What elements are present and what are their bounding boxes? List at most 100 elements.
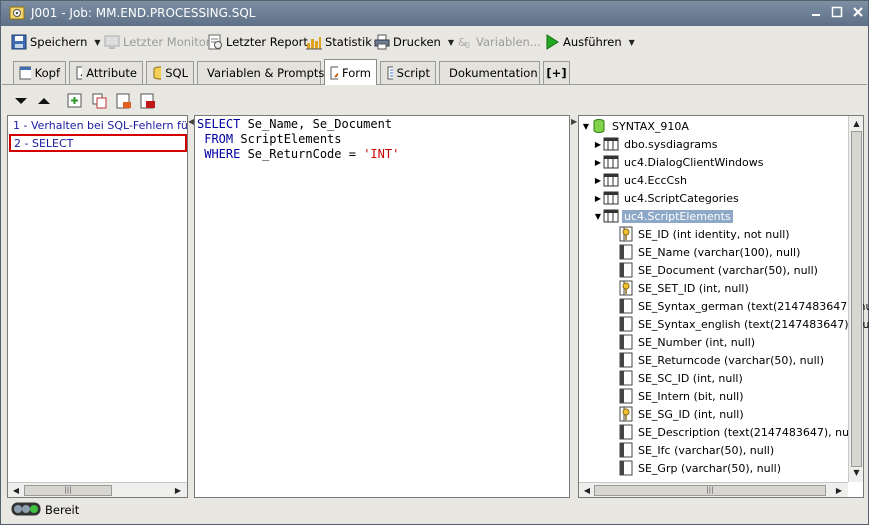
close-button[interactable] xyxy=(851,5,865,19)
tree-column[interactable]: SE_SG_ID (int, null) xyxy=(619,405,746,423)
database-icon xyxy=(593,119,605,133)
tree-column[interactable]: SE_Number (int, null) xyxy=(619,333,757,351)
tab-script[interactable]: Script xyxy=(380,61,436,84)
save-button[interactable]: Speichern ▼ xyxy=(11,32,101,52)
execute-button[interactable]: Ausführen ▼ xyxy=(544,32,635,52)
tree-column[interactable]: SE_Grp (varchar(50), null) xyxy=(619,459,783,477)
tree-column-label: SE_Grp (varchar(50), null) xyxy=(638,461,781,475)
tree-column[interactable]: SE_SC_ID (int, null) xyxy=(619,369,745,387)
variables-button[interactable]: & 0 Variablen... xyxy=(457,32,541,52)
delete-element-icon[interactable] xyxy=(139,92,157,110)
print-button[interactable]: Drucken ▼ xyxy=(374,32,454,52)
tab-sql[interactable]: SQL xyxy=(146,61,194,84)
last-report-button[interactable]: Letzter Report xyxy=(207,32,308,52)
edit-element-icon[interactable] xyxy=(115,92,133,110)
status-text: Bereit xyxy=(45,503,80,517)
sql-text: Se_Name, Se_Document xyxy=(240,117,393,131)
expand-icon[interactable]: ▶ xyxy=(593,158,603,167)
tree-table-selected[interactable]: ▼ uc4.ScriptElements xyxy=(593,207,733,225)
form-icon xyxy=(330,66,339,79)
scroll-right-icon[interactable]: ▶ xyxy=(172,485,184,496)
scroll-up-icon[interactable]: ▲ xyxy=(851,118,862,130)
tab-add[interactable]: [+] xyxy=(543,61,570,84)
database-tree: ▼ SYNTAX_910A ▶ dbo.sysdiagrams ▶ uc4.Di… xyxy=(578,115,869,498)
expand-icon[interactable]: ▶ xyxy=(593,194,603,203)
status-lights-icon xyxy=(11,502,41,519)
key-column-icon xyxy=(619,226,633,242)
tree-column[interactable]: SE_Description (text(2147483647), null) xyxy=(619,423,862,441)
horizontal-scrollbar[interactable]: ◀ ||| ▶ xyxy=(8,482,187,497)
tree-column[interactable]: SE_ID (int identity, not null) xyxy=(619,225,792,243)
window-title: J001 - Job: MM.END.PROCESSING.SQL xyxy=(31,6,256,20)
sql-keyword: WHERE xyxy=(197,147,241,161)
tree-column[interactable]: SE_Name (varchar(100), null) xyxy=(619,243,802,261)
scroll-down-icon[interactable]: ▼ xyxy=(851,467,862,479)
tab-attribute[interactable]: Attribute xyxy=(69,61,143,84)
sql-keyword: FROM xyxy=(197,132,234,146)
tab-label: Kopf xyxy=(34,66,60,80)
last-monitor-button[interactable]: Letzter Monitor xyxy=(104,32,211,52)
horizontal-scrollbar[interactable]: ◀ ||| ▶ xyxy=(579,482,848,497)
scroll-thumb[interactable]: ||| xyxy=(594,485,826,496)
save-icon xyxy=(11,34,27,50)
tree-column-label: SE_Document (varchar(50), null) xyxy=(638,263,818,277)
tree-column[interactable]: SE_Intern (bit, null) xyxy=(619,387,746,405)
maximize-button[interactable] xyxy=(830,5,844,19)
collapse-icon[interactable]: ▼ xyxy=(581,122,591,131)
list-item-selected[interactable]: 2 - SELECT xyxy=(9,134,187,152)
tree-table[interactable]: ▶ uc4.DialogClientWindows xyxy=(593,153,766,171)
script-icon xyxy=(387,66,393,80)
chevron-down-icon[interactable]: ▼ xyxy=(94,38,100,47)
tree-column[interactable]: SE_Document (varchar(50), null) xyxy=(619,261,820,279)
tree-table[interactable]: ▶ dbo.sysdiagrams xyxy=(593,135,719,153)
title-bar[interactable]: J001 - Job: MM.END.PROCESSING.SQL xyxy=(1,1,868,26)
chevron-down-icon[interactable]: ▼ xyxy=(448,38,454,47)
tree-column[interactable]: SE_SET_ID (int, null) xyxy=(619,279,751,297)
chevron-down-icon[interactable]: ▼ xyxy=(629,38,635,47)
vertical-scrollbar[interactable]: ▲ ▼ xyxy=(848,116,863,482)
scroll-thumb[interactable]: ||| xyxy=(24,485,112,496)
sql-text: ScriptElements xyxy=(233,132,342,146)
sql-text: Se_ReturnCode = xyxy=(240,147,364,161)
last-report-label: Letzter Report xyxy=(226,35,308,49)
tab-dokumentation[interactable]: Dokumentation xyxy=(439,61,540,84)
add-element-icon[interactable] xyxy=(66,92,84,110)
tab-variablen-prompts[interactable]: Variablen & Prompts xyxy=(197,61,324,84)
move-down-icon[interactable] xyxy=(12,92,30,110)
expand-icon[interactable]: ▶ xyxy=(593,140,603,149)
collapse-icon[interactable]: ▼ xyxy=(593,212,603,221)
table-icon xyxy=(603,173,619,187)
scroll-left-icon[interactable]: ◀ xyxy=(10,485,22,496)
scroll-right-icon[interactable]: ▶ xyxy=(833,485,845,496)
column-icon xyxy=(619,244,633,260)
move-up-icon[interactable] xyxy=(35,92,53,110)
tab-label: Script xyxy=(396,66,430,80)
tab-form[interactable]: Form xyxy=(324,59,377,85)
tab-strip: Kopf Attribute SQL Variablen & Prompts F… xyxy=(2,59,867,85)
copy-element-icon[interactable] xyxy=(91,92,109,110)
splitter-right-icon[interactable]: ▶ xyxy=(571,117,577,126)
tree-column[interactable]: SE_Syntax_german (text(2147483647), null… xyxy=(619,297,869,315)
expand-icon[interactable]: ▶ xyxy=(593,176,603,185)
tree-root[interactable]: ▼ SYNTAX_910A xyxy=(581,117,691,135)
sql-editor[interactable]: SELECT Se_Name, Se_Document FROM ScriptE… xyxy=(194,115,570,498)
column-icon xyxy=(619,316,633,332)
tree-table[interactable]: ▶ uc4.EccCsh xyxy=(593,171,689,189)
minimize-button[interactable] xyxy=(809,5,823,19)
tree-table-label: uc4.ScriptElements xyxy=(622,209,733,223)
app-window: J001 - Job: MM.END.PROCESSING.SQL Speich… xyxy=(0,0,869,525)
tab-kopf[interactable]: Kopf xyxy=(13,61,66,84)
form-element-list: 1 - Verhalten bei SQL-Fehlern für alle 2… xyxy=(7,115,188,498)
variables-label: Variablen... xyxy=(476,35,541,49)
tree-column[interactable]: SE_Syntax_english (text(2147483647), nul… xyxy=(619,315,869,333)
scroll-left-icon[interactable]: ◀ xyxy=(581,485,593,496)
statistics-button[interactable]: Statistik xyxy=(306,32,372,52)
last-monitor-label: Letzter Monitor xyxy=(123,35,211,49)
tree-table[interactable]: ▶ uc4.ScriptCategories xyxy=(593,189,741,207)
list-item[interactable]: 1 - Verhalten bei SQL-Fehlern für alle xyxy=(9,117,187,135)
tree-column[interactable]: SE_Ifc (varchar(50), null) xyxy=(619,441,776,459)
tree-column[interactable]: SE_Returncode (varchar(50), null) xyxy=(619,351,826,369)
key-column-icon xyxy=(619,406,633,422)
scroll-thumb[interactable] xyxy=(851,131,862,467)
sql-code[interactable]: SELECT Se_Name, Se_Document FROM ScriptE… xyxy=(197,117,399,162)
